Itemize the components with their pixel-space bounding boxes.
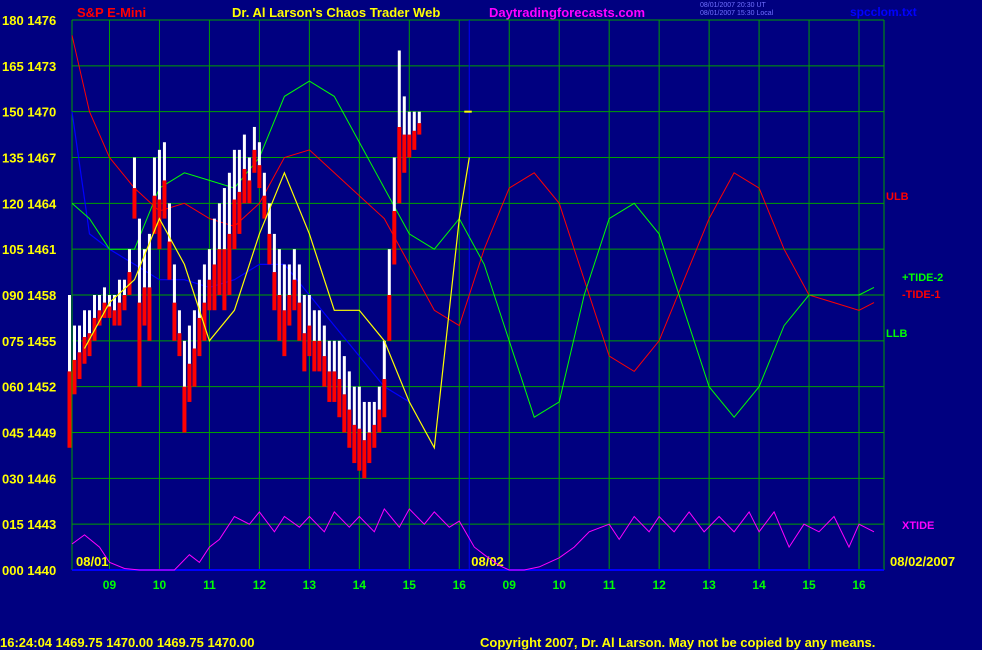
y-tick-label: 090 1458 [2,288,56,303]
y-tick-label: 105 1461 [2,242,56,257]
x-tick-label: 16 [453,578,467,592]
x-tick-label: 14 [353,578,367,592]
x-tick-label: 13 [303,578,317,592]
time-local: 08/01/2007 15:30 Local [700,10,774,17]
series-label-llb: LLB [886,328,907,340]
y-tick-label: 060 1452 [2,380,56,395]
y-tick-label: 075 1455 [2,334,56,349]
y-tick-label: 030 1446 [2,471,56,486]
moving-average-line [83,157,470,450]
date-label-end: 08/02/2007 [890,554,955,569]
x-tick-label: 10 [553,578,567,592]
last-quote: 16:24:04 1469.75 1470.00 1469.75 1470.00 [0,635,255,650]
file-name: spcclom.txt [850,5,917,19]
y-tick-label: 135 1467 [2,151,56,166]
date-label-next: 08/02 [471,554,504,569]
price-chart: 180 1476 165 1473 150 1470 135 1467 120 1464… [2,13,955,592]
y-tick-label: 120 1464 [2,196,57,211]
x-tick-label: 13 [702,578,716,592]
x-tick-label: 12 [652,578,666,592]
y-tick-label: 150 1470 [2,105,56,120]
series-label-xtide: XTIDE [902,520,934,532]
x-tick-label: 09 [103,578,117,592]
x-tick-label: 11 [603,578,616,592]
page-title: Dr. Al Larson's Chaos Trader Web [232,5,441,20]
x-tick-label: 11 [203,578,216,592]
x-tick-label: 12 [253,578,267,592]
copyright: Copyright 2007, Dr. Al Larson. May not b… [480,635,876,650]
x-tick-label: 09 [503,578,517,592]
symbol-label: S&P E-Mini [77,5,147,20]
series-label-tide1: -TIDE-1 [902,289,941,301]
x-tick-label: 16 [852,578,866,592]
y-tick-label: 000 1440 [2,563,56,578]
chart-window: { "header": { "symbol": "S&P E-Mini", "t… [0,0,982,650]
x-tick-label: 15 [403,578,417,592]
series-label-tide2: +TIDE-2 [902,272,943,284]
y-tick-label: 045 1449 [2,426,56,441]
x-tick-label: 10 [153,578,167,592]
date-label-start: 08/01 [76,554,109,569]
series-label-ulb: ULB [886,191,909,203]
y-tick-label: 015 1443 [2,517,56,532]
site-name: Daytradingforecasts.com [489,5,646,20]
y-tick-label: 165 1473 [2,59,56,74]
time-ut: 08/01/2007 20:30 UT [700,2,766,9]
x-tick-label: 15 [802,578,816,592]
y-tick-label: 180 1476 [2,13,56,28]
x-tick-label: 14 [752,578,766,592]
